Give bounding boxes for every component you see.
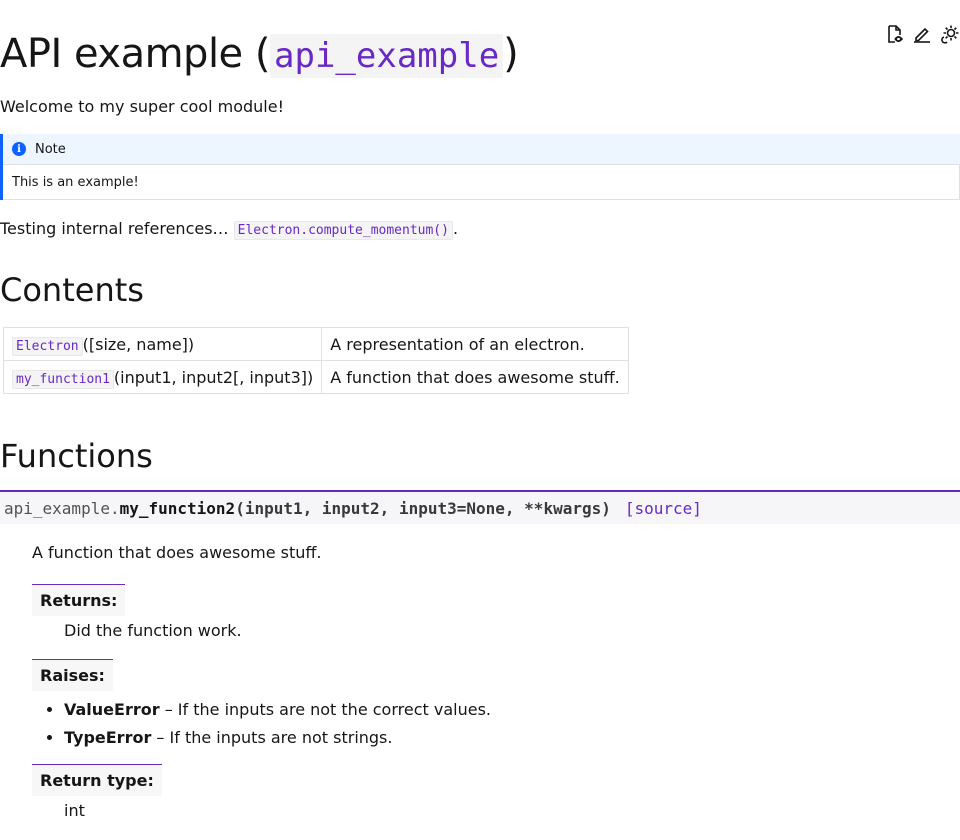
return-type-label: Return type: [32,764,162,796]
raises-label: Raises: [32,659,113,691]
exception-name: ValueError [64,700,160,719]
list-item: TypeError – If the inputs are not string… [64,724,491,752]
page-title-module-code: api_example [270,34,504,78]
exception-text: – If the inputs are not strings. [151,728,393,747]
list-item: ValueError – If the inputs are not the c… [64,696,491,724]
exception-name: TypeError [64,728,152,747]
function-description: A function that does awesome stuff. [32,543,322,562]
signature-function-name: my_function2 [119,498,236,518]
note-title: Note [35,141,66,157]
theme-toggle-button[interactable] [940,22,960,46]
contents-heading: Contents [0,271,144,309]
my-function1-link[interactable]: my_function1 [12,369,114,389]
return-type-value: int [64,801,85,820]
compute-momentum-link[interactable]: Electron.compute_momentum() [233,221,453,240]
page-toolbar [884,22,960,46]
internal-references-paragraph: Testing internal references… Electron.co… [0,218,458,242]
refs-prefix: Testing internal references… [0,219,229,238]
table-cell-name: Electron ([size, name]) [2,327,323,361]
table-row: my_function1 (input1, input2[, input3]) A… [2,360,629,394]
intro-text: Welcome to my super cool module! [0,97,284,116]
exception-text: – If the inputs are not the correct valu… [159,700,491,719]
functions-heading: Functions [0,437,153,475]
returns-label: Returns: [32,584,126,616]
page-title: API example (api_example) [0,28,519,82]
edit-page-button[interactable] [912,22,932,46]
signature-module-prefix: api_example. [4,498,120,518]
note-title-bar: i Note [3,134,960,164]
view-source-icon [888,25,904,43]
raises-list: ValueError – If the inputs are not the c… [32,696,491,752]
theme-toggle-icon [941,25,959,44]
source-link[interactable]: [source] [625,499,702,518]
signature-params: (input1, input2, input3=None, **kwargs) [235,498,611,518]
page-title-text: API example [0,31,243,77]
function-signature: api_example. my_function2 (input1, input2,… [0,490,960,524]
table-cell-desc: A representation of an electron. [321,327,629,361]
contents-table: Electron ([size, name]) A representation … [2,327,629,394]
info-icon: i [12,142,26,156]
refs-suffix: . [452,219,459,238]
note-admonition: i Note This is an example! [0,134,960,200]
table-row: Electron ([size, name]) A representation … [2,327,629,361]
page-title-paren-open: ( [254,31,271,77]
note-body: This is an example! [3,164,960,200]
edit-icon [914,27,930,43]
electron-link[interactable]: Electron [12,336,83,356]
table-cell-name: my_function1 (input1, input2[, input3]) [2,360,323,394]
table-cell-desc: A function that does awesome stuff. [321,360,629,394]
view-source-button[interactable] [884,22,904,46]
returns-text: Did the function work. [64,621,242,640]
my-function1-args: (input1, input2[, input3]) [113,367,314,387]
electron-args: ([size, name]) [82,334,195,354]
page-title-paren-close: ) [503,31,519,77]
